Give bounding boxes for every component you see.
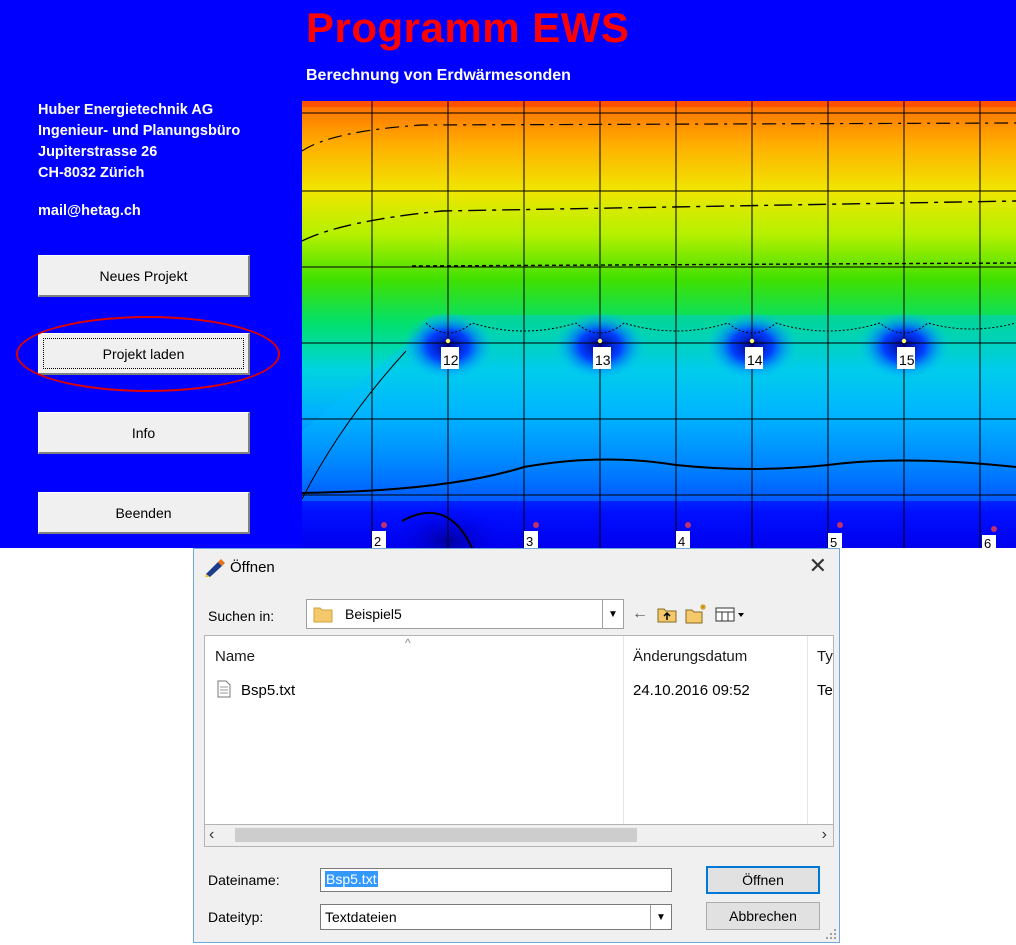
sort-caret-icon: ^ <box>405 636 411 650</box>
back-arrow-icon[interactable]: ← <box>630 603 650 625</box>
load-project-label: Projekt laden <box>43 338 244 369</box>
resize-grip-icon[interactable] <box>825 928 837 940</box>
exit-button[interactable]: Beenden <box>38 492 250 534</box>
scroll-left-icon[interactable]: ‹ <box>209 826 214 844</box>
filename-label: Dateiname: <box>208 872 280 888</box>
chevron-down-icon[interactable]: ▼ <box>602 600 623 628</box>
scroll-thumb[interactable] <box>235 828 637 842</box>
look-in-dropdown[interactable]: Beispiel5 ▼ <box>306 599 624 629</box>
temperature-field-plot: 12 13 14 15 2 3 4 5 6 <box>302 101 1016 548</box>
file-list[interactable]: ^ Name Änderungsdatum Ty Bsp5.txt 24.10.… <box>204 635 834 825</box>
ews-main-window: Programm EWS Berechnung von Erdwärmesond… <box>0 0 1016 548</box>
scroll-right-icon[interactable]: › <box>822 826 827 844</box>
company-email: mail@hetag.ch <box>38 203 141 219</box>
column-header-name[interactable]: Name <box>215 648 255 665</box>
filetype-label: Dateityp: <box>208 909 264 925</box>
new-folder-icon[interactable] <box>684 603 708 625</box>
probe-label: 6 <box>984 536 991 548</box>
probe-label: 14 <box>747 352 763 368</box>
company-name: Huber Energietechnik AG <box>38 102 214 118</box>
app-title: Programm EWS <box>306 4 630 51</box>
probe-label: 2 <box>374 534 381 548</box>
column-divider[interactable] <box>623 636 624 824</box>
horizontal-scrollbar[interactable]: ‹ › <box>204 825 834 847</box>
view-menu-icon[interactable] <box>714 603 750 625</box>
company-street: Jupiterstrasse 26 <box>38 144 158 160</box>
filetype-dropdown[interactable]: Textdateien ▼ <box>320 904 672 930</box>
look-in-value: Beispiel5 <box>345 606 402 622</box>
text-file-icon <box>217 680 231 698</box>
close-icon[interactable]: ✕ <box>809 553 827 579</box>
filename-input[interactable]: Bsp5.txt <box>320 868 672 892</box>
cancel-button[interactable]: Abbrechen <box>706 902 820 930</box>
filename-selected-text: Bsp5.txt <box>325 871 378 887</box>
dialog-title: Öffnen <box>230 559 275 576</box>
column-header-date[interactable]: Änderungsdatum <box>633 648 747 665</box>
file-type: Te <box>817 682 833 699</box>
probe-label: 15 <box>899 352 915 368</box>
folder-icon <box>313 607 333 623</box>
open-button[interactable]: Öffnen <box>706 866 820 894</box>
probe-label: 4 <box>678 534 685 548</box>
load-project-button[interactable]: Projekt laden <box>38 333 250 375</box>
company-city: CH-8032 Zürich <box>38 165 145 181</box>
look-in-label: Suchen in: <box>208 608 275 624</box>
column-divider[interactable] <box>807 636 808 824</box>
app-subtitle: Berechnung von Erdwärmesonden <box>306 67 571 84</box>
probe-label: 5 <box>830 535 837 548</box>
up-folder-icon[interactable] <box>656 603 678 625</box>
probe-label: 12 <box>443 352 459 368</box>
file-name[interactable]: Bsp5.txt <box>241 682 295 699</box>
app-pen-icon <box>205 559 225 577</box>
probe-label: 13 <box>595 352 611 368</box>
filetype-value: Textdateien <box>325 909 397 925</box>
column-header-type[interactable]: Ty <box>817 648 833 665</box>
company-line2: Ingenieur- und Planungsbüro <box>38 123 241 139</box>
info-button[interactable]: Info <box>38 412 250 454</box>
file-date: 24.10.2016 09:52 <box>633 682 750 699</box>
probe-label: 3 <box>526 534 533 548</box>
open-file-dialog: Öffnen ✕ Suchen in: Beispiel5 ▼ ← ^ Name… <box>193 548 840 943</box>
chevron-down-icon[interactable]: ▼ <box>650 905 671 929</box>
new-project-button[interactable]: Neues Projekt <box>38 255 250 297</box>
